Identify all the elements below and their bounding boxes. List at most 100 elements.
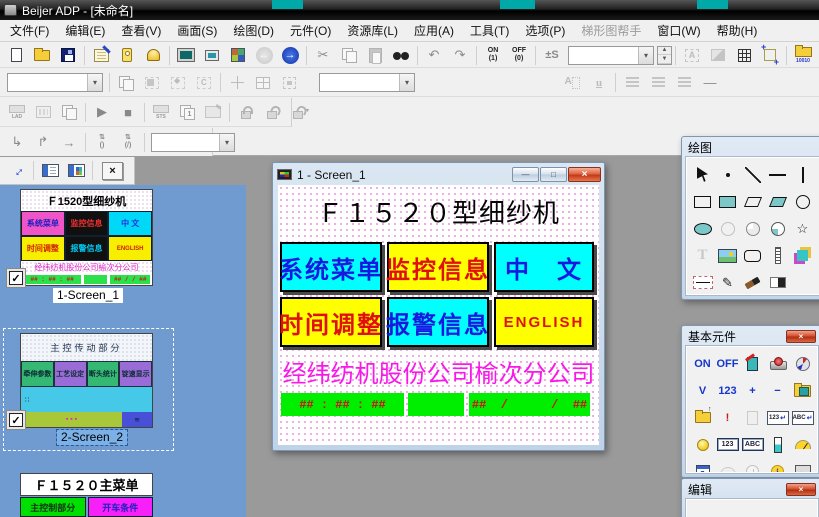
edit-toolbox-close-icon[interactable]: × bbox=[786, 483, 816, 496]
open-file-button[interactable] bbox=[30, 44, 54, 66]
flow-combobox[interactable]: ▾ bbox=[151, 133, 235, 152]
menu-file[interactable]: 文件(F) bbox=[2, 19, 57, 42]
scale-tool[interactable] bbox=[766, 243, 790, 268]
pie-tool[interactable] bbox=[741, 216, 765, 241]
menu-help[interactable]: 帮助(H) bbox=[709, 19, 766, 42]
thumb-screen-button[interactable]: 工艺设定 bbox=[54, 361, 87, 387]
increment-tool[interactable]: + bbox=[741, 378, 765, 403]
tile-screens-button[interactable] bbox=[226, 44, 250, 66]
thumb-screen-button[interactable]: 开车条件 bbox=[88, 497, 154, 517]
menu-library[interactable]: 资源库(L) bbox=[339, 19, 406, 42]
off-button-tool[interactable]: OFF bbox=[716, 351, 740, 376]
menu-screen[interactable]: 画面(S) bbox=[169, 19, 225, 42]
numeric-key-tool[interactable]: 123 bbox=[716, 378, 740, 403]
btn-monitor-info[interactable]: 监控信息 bbox=[387, 242, 489, 292]
color-replace-tool[interactable] bbox=[766, 270, 790, 295]
push-button-tool[interactable] bbox=[766, 351, 790, 376]
horizontal-line-tool[interactable] bbox=[766, 162, 790, 187]
meter-tool[interactable] bbox=[791, 432, 815, 457]
element-toolbox-titlebar[interactable]: 基本元件 × bbox=[682, 326, 819, 345]
menu-window[interactable]: 窗口(W) bbox=[649, 19, 708, 42]
screen-thumbnail-1[interactable]: Ｆ1520型细纱机 系统菜单监控信息中 文 时间调整报警信息ENGLISH 经纬… bbox=[20, 189, 153, 286]
rectangle-tool[interactable] bbox=[691, 189, 715, 214]
index-tool[interactable]: ← bbox=[791, 459, 815, 473]
screen-manager-button[interactable] bbox=[38, 160, 62, 182]
transfer-button[interactable] bbox=[5, 160, 29, 182]
open-screen-button[interactable] bbox=[174, 44, 198, 66]
io-register-button[interactable]: 10010 bbox=[791, 44, 815, 66]
thumb-screen-button[interactable]: 断头统计 bbox=[87, 361, 120, 387]
on-button-tool[interactable]: ON bbox=[691, 351, 715, 376]
goto-screen-tool[interactable] bbox=[791, 378, 815, 403]
filled-ellipse-tool[interactable] bbox=[691, 216, 715, 241]
picture-tool[interactable] bbox=[716, 243, 740, 268]
screen-manager-detail-button[interactable] bbox=[64, 160, 88, 182]
thumb-screen-button[interactable]: 监控信息 bbox=[65, 211, 109, 236]
snap-toggle-button[interactable] bbox=[758, 44, 782, 66]
text-tool[interactable]: T bbox=[691, 243, 715, 268]
indicator-lamp-tool[interactable] bbox=[691, 432, 715, 457]
menu-draw[interactable]: 绘图(D) bbox=[225, 19, 282, 42]
btn-time-adjust[interactable]: 时间调整 bbox=[280, 297, 382, 347]
blank-display[interactable] bbox=[408, 393, 464, 416]
screen2-label[interactable]: 2-Screen_2 bbox=[57, 430, 127, 445]
screen2-checkbox[interactable]: ✓ bbox=[9, 413, 23, 427]
filled-rectangle-tool[interactable] bbox=[716, 189, 740, 214]
parallelogram-tool[interactable] bbox=[741, 189, 765, 214]
save-file-button[interactable] bbox=[56, 44, 80, 66]
btn-alarm-info[interactable]: 报警信息 bbox=[387, 297, 489, 347]
draw-toolbox-titlebar[interactable]: 绘图 bbox=[682, 137, 819, 156]
numeric-display-tool[interactable]: 123 bbox=[716, 432, 740, 457]
btn-chinese[interactable]: 中 文 bbox=[494, 242, 594, 292]
object-combobox[interactable]: ▾ bbox=[7, 73, 103, 92]
previous-screen-tool[interactable] bbox=[691, 405, 715, 430]
thumb-screen-button[interactable]: 中 文 bbox=[108, 211, 152, 236]
line-tool[interactable] bbox=[741, 162, 765, 187]
minimize-button[interactable]: — bbox=[512, 167, 539, 182]
selector-knob-tool[interactable] bbox=[791, 351, 815, 376]
menu-application[interactable]: 应用(A) bbox=[406, 19, 462, 42]
date-display-tool[interactable]: 7 bbox=[691, 459, 715, 473]
clock-tool[interactable] bbox=[741, 459, 765, 473]
v-key-tool[interactable]: V bbox=[691, 378, 715, 403]
element-toolbox-close-icon[interactable]: × bbox=[786, 330, 816, 343]
screen1-content[interactable]: Ｆ１５２０型细纱机 经纬纺机股份公司榆次分公司 系统菜单监控信息中 文时间调整报… bbox=[278, 185, 599, 445]
report-tool[interactable] bbox=[741, 405, 765, 430]
close-button[interactable]: × bbox=[568, 167, 601, 182]
alarm-setup-button[interactable] bbox=[141, 44, 165, 66]
ascii-display-tool[interactable]: ABC bbox=[741, 432, 765, 457]
screen1-label[interactable]: 1-Screen_1 bbox=[53, 288, 123, 303]
thumb-screen-button[interactable]: 时间调整 bbox=[21, 236, 65, 261]
polygon-tool[interactable]: ☆ bbox=[791, 216, 815, 241]
menu-edit[interactable]: 编辑(E) bbox=[57, 19, 113, 42]
vertical-line-tool[interactable] bbox=[791, 162, 815, 187]
time-display[interactable]: ## : ## : ## bbox=[281, 393, 404, 416]
bar-graph-tool[interactable] bbox=[766, 432, 790, 457]
ascii-entry-tool[interactable]: ABC bbox=[791, 405, 815, 430]
thumb-screen-button[interactable]: 锭速显示 bbox=[119, 361, 152, 387]
restore-button[interactable]: □ bbox=[540, 167, 567, 182]
solid-shape-tool[interactable] bbox=[791, 243, 815, 268]
alarm-display-tool[interactable]: ! bbox=[716, 405, 740, 430]
btn-system-menu[interactable]: 系统菜单 bbox=[280, 242, 382, 292]
filled-parallelogram-tool[interactable] bbox=[766, 189, 790, 214]
decrement-tool[interactable]: − bbox=[766, 378, 790, 403]
on-state-button[interactable]: ON(1) bbox=[481, 44, 505, 66]
grid-toggle-button[interactable] bbox=[732, 44, 756, 66]
framed-line-tool[interactable] bbox=[691, 270, 715, 295]
screen-thumbnail-2[interactable]: 主控传动部分 牵伸参数工艺设定断头统计锭速显示 ∷ ▪ ▪ ▪ ≋ bbox=[20, 333, 153, 428]
close-toolbar-button[interactable]: × bbox=[102, 162, 123, 180]
filled-pie-tool[interactable] bbox=[766, 216, 790, 241]
pointer-tool[interactable] bbox=[691, 162, 715, 187]
state-spinner[interactable]: ▲▼ bbox=[657, 46, 672, 65]
new-file-button[interactable] bbox=[4, 44, 28, 66]
menu-object[interactable]: 元件(O) bbox=[282, 19, 339, 42]
thumb-screen-button[interactable]: 系统菜单 bbox=[21, 211, 65, 236]
thumb-screen-button[interactable]: 牵伸参数 bbox=[21, 361, 54, 387]
date-display[interactable]: ## / / ## bbox=[469, 393, 590, 416]
circle-tool[interactable] bbox=[791, 189, 815, 214]
font-combobox[interactable]: ▾ bbox=[319, 73, 415, 92]
rounded-rectangle-tool[interactable] bbox=[741, 243, 765, 268]
thumb-screen-button[interactable]: 主控制部分 bbox=[20, 497, 86, 517]
pen-tool[interactable]: ✎ bbox=[716, 270, 740, 295]
